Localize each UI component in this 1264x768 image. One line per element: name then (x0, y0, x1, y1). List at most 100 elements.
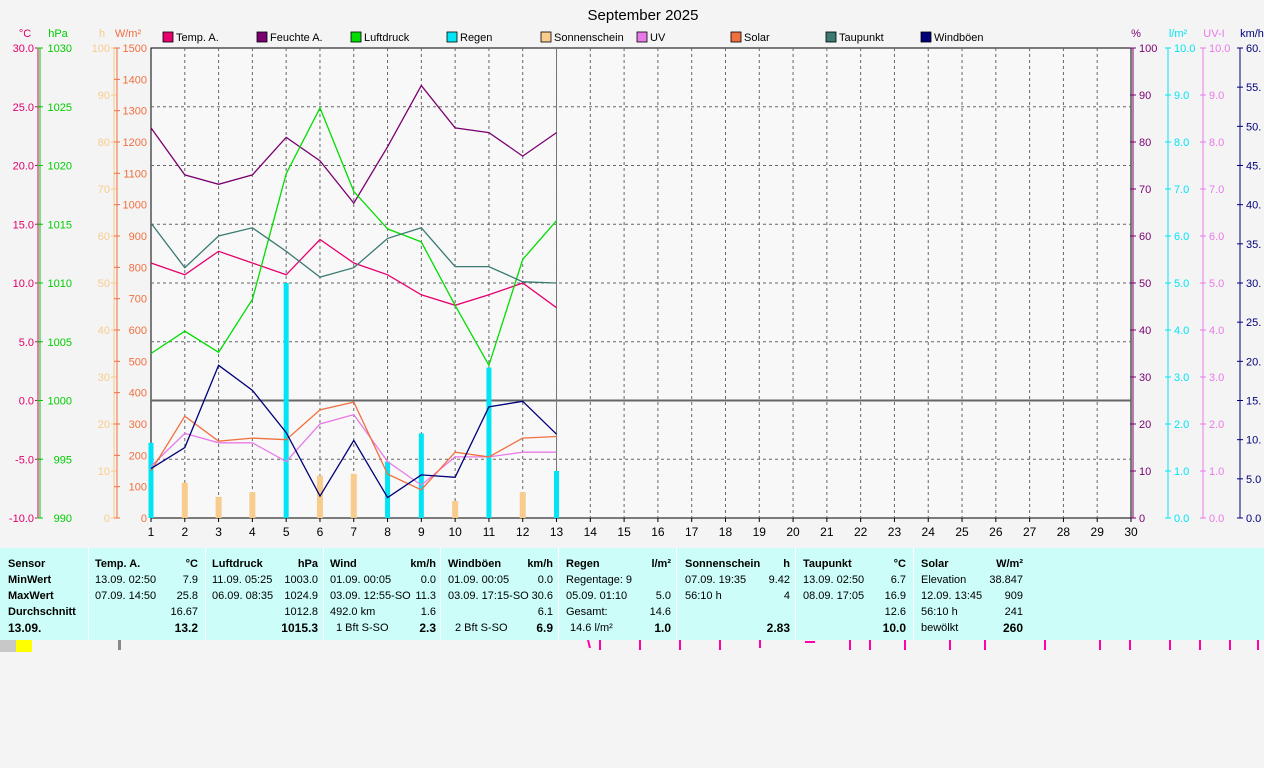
legend-label: Temp. A. (176, 32, 219, 44)
summary-temp-column: Temp. A. °C 13.09. 02:50 7.9 07.09. 14:5… (88, 548, 206, 640)
x-tick-label: 28 (1057, 525, 1071, 539)
summary-rain-column: Regen l/m² Regentage: 9 05.09. 01:10 5.0… (558, 548, 677, 640)
x-tick-label: 30 (1124, 525, 1138, 539)
gust-current-value: 6.9 (536, 621, 553, 635)
strip-yellow-marker (16, 640, 32, 652)
temp-tick-label: 15.0 (13, 219, 34, 231)
uv-tick-label: 0.0 (1209, 513, 1224, 525)
sunshine-tick-label: 70 (98, 184, 110, 196)
summary-sensor-column: Sensor MinWert MaxWert Durchschnitt 13.0… (0, 548, 88, 640)
rain-tick-label: 7.0 (1174, 184, 1189, 196)
temp-avg-value: 16.67 (170, 606, 198, 618)
x-axis-ticks: 1 2 3 4 5 6 7 8 9 10 11 12 13 14 15 16 17 18 19 20 21 22 23 24 2… (148, 518, 1138, 539)
solar-tick-label: 200 (129, 450, 147, 462)
wind-max-time: 03.09. 12:55-SO (330, 590, 411, 602)
humidity-tick-label: 0 (1139, 513, 1145, 525)
rain-total-value: 14.6 (649, 606, 671, 618)
rain-tick-label: 8.0 (1174, 137, 1189, 149)
temp-max-value: 25.8 (176, 590, 198, 602)
temp-title: Temp. A. (95, 558, 141, 570)
sun-current-value: 2.83 (766, 621, 790, 635)
legend-swatch (636, 31, 648, 43)
temp-tick-label: 0.0 (19, 396, 34, 408)
rain-tick-label: 4.0 (1174, 325, 1189, 337)
legend-swatch (540, 31, 552, 43)
rain-tick-label: 10.0 (1174, 43, 1195, 55)
legend-swatch (256, 31, 268, 43)
sunshine-unit-label: h (99, 28, 105, 40)
sun-avg-value: 4 (783, 590, 790, 602)
legend-label: Feuchte A. (270, 32, 323, 44)
humidity-tick-label: 40 (1139, 325, 1151, 337)
summary-sunshine-column: Sonnenschein h 07.09. 19:35 9.42 56:10 h… (676, 548, 796, 640)
dew-min-value: 6.7 (890, 574, 906, 586)
min-row-label: MinWert (8, 574, 52, 586)
wind-tick-label: 40. (1246, 200, 1261, 212)
pressure-unit-label: hPa (48, 28, 68, 40)
uv-tick-label: 6.0 (1209, 231, 1224, 243)
humidity-unit-label: % (1131, 28, 1141, 40)
sunshine-tick-label: 90 (98, 90, 110, 102)
x-tick-label: 7 (350, 525, 357, 539)
x-tick-label: 26 (989, 525, 1003, 539)
humidity-tick-label: 20 (1139, 419, 1151, 431)
gust-min-value: 0.0 (537, 574, 553, 586)
x-tick-label: 19 (753, 525, 767, 539)
solar-elevation-label: Elevation (921, 574, 967, 586)
solar-tick-label: 500 (129, 356, 147, 368)
x-tick-label: 2 (181, 525, 188, 539)
solar-tick-label: 1200 (123, 137, 147, 149)
rain-tick-label: 0.0 (1174, 513, 1189, 525)
wind-avg-value: 1.6 (420, 606, 436, 618)
x-tick-label: 27 (1023, 525, 1037, 539)
sunshine-tick-label: 50 (98, 278, 110, 290)
wind-tick-label: 35. (1246, 239, 1261, 251)
uv-tick-label: 7.0 (1209, 184, 1224, 196)
avg-row-label: Durchschnitt (8, 606, 76, 618)
temp-unit-label: °C (19, 28, 31, 40)
pressure-tick-label: 1030 (48, 43, 72, 55)
humidity-tick-label: 90 (1139, 90, 1151, 102)
sunshine-bar (519, 492, 526, 518)
overflow-text-strip (0, 640, 1259, 652)
pressure-tick-label: 1015 (48, 219, 72, 231)
chart-legend: Temp. A. Feuchte A. Luftdruck Regen Sonnensc… (162, 31, 984, 44)
solar-tick-label: 1000 (123, 200, 147, 212)
sunshine-bar (249, 492, 256, 518)
temp-max-time: 07.09. 14:50 (95, 590, 157, 602)
x-tick-label: 12 (516, 525, 530, 539)
pressure-tick-label: 1010 (48, 278, 72, 290)
summary-panel: Sensor MinWert MaxWert Durchschnitt 13.0… (0, 548, 1264, 640)
max-row-label: MaxWert (8, 590, 54, 602)
gust-max-time: 03.09. 17:15-SO (448, 590, 529, 602)
legend-label: UV (650, 32, 666, 44)
dew-unit: °C (893, 558, 906, 570)
pressure-tick-label: 1000 (48, 396, 72, 408)
uv-tick-label: 2.0 (1209, 419, 1224, 431)
x-tick-label: 5 (283, 525, 290, 539)
wind-max-value: 11.3 (415, 590, 436, 602)
temp-min-time: 13.09. 02:50 (95, 574, 157, 586)
pressure-unit: hPa (297, 558, 318, 570)
pressure-tick-label: 990 (54, 513, 72, 525)
wind-unit: km/h (410, 558, 436, 570)
solar-unit: W/m² (996, 558, 1023, 570)
x-tick-label: 16 (651, 525, 665, 539)
humidity-tick-label: 70 (1139, 184, 1151, 196)
sunshine-bar (215, 496, 222, 518)
sunshine-tick-label: 0 (104, 513, 110, 525)
dew-current-value: 10.0 (882, 621, 906, 635)
sunshine-tick-label: 80 (98, 137, 110, 149)
solar-tick-label: 900 (129, 231, 147, 243)
rain-max-time: 05.09. 01:10 (566, 590, 628, 602)
solar-tick-label: 700 (129, 294, 147, 306)
weather-chart: September 2025 Temp. A. Feuchte A. Luftdru… (9, 7, 1264, 539)
pressure-min-time: 11.09. 05:25 (212, 574, 273, 586)
gust-max-value: 30.6 (531, 590, 553, 602)
x-tick-label: 24 (922, 525, 936, 539)
sunshine-tick-label: 100 (92, 43, 110, 55)
legend-swatch (825, 31, 837, 43)
sunshine-tick-label: 60 (98, 231, 110, 243)
solar-current-value: 260 (1002, 621, 1023, 635)
solar-tick-label: 400 (129, 388, 147, 400)
